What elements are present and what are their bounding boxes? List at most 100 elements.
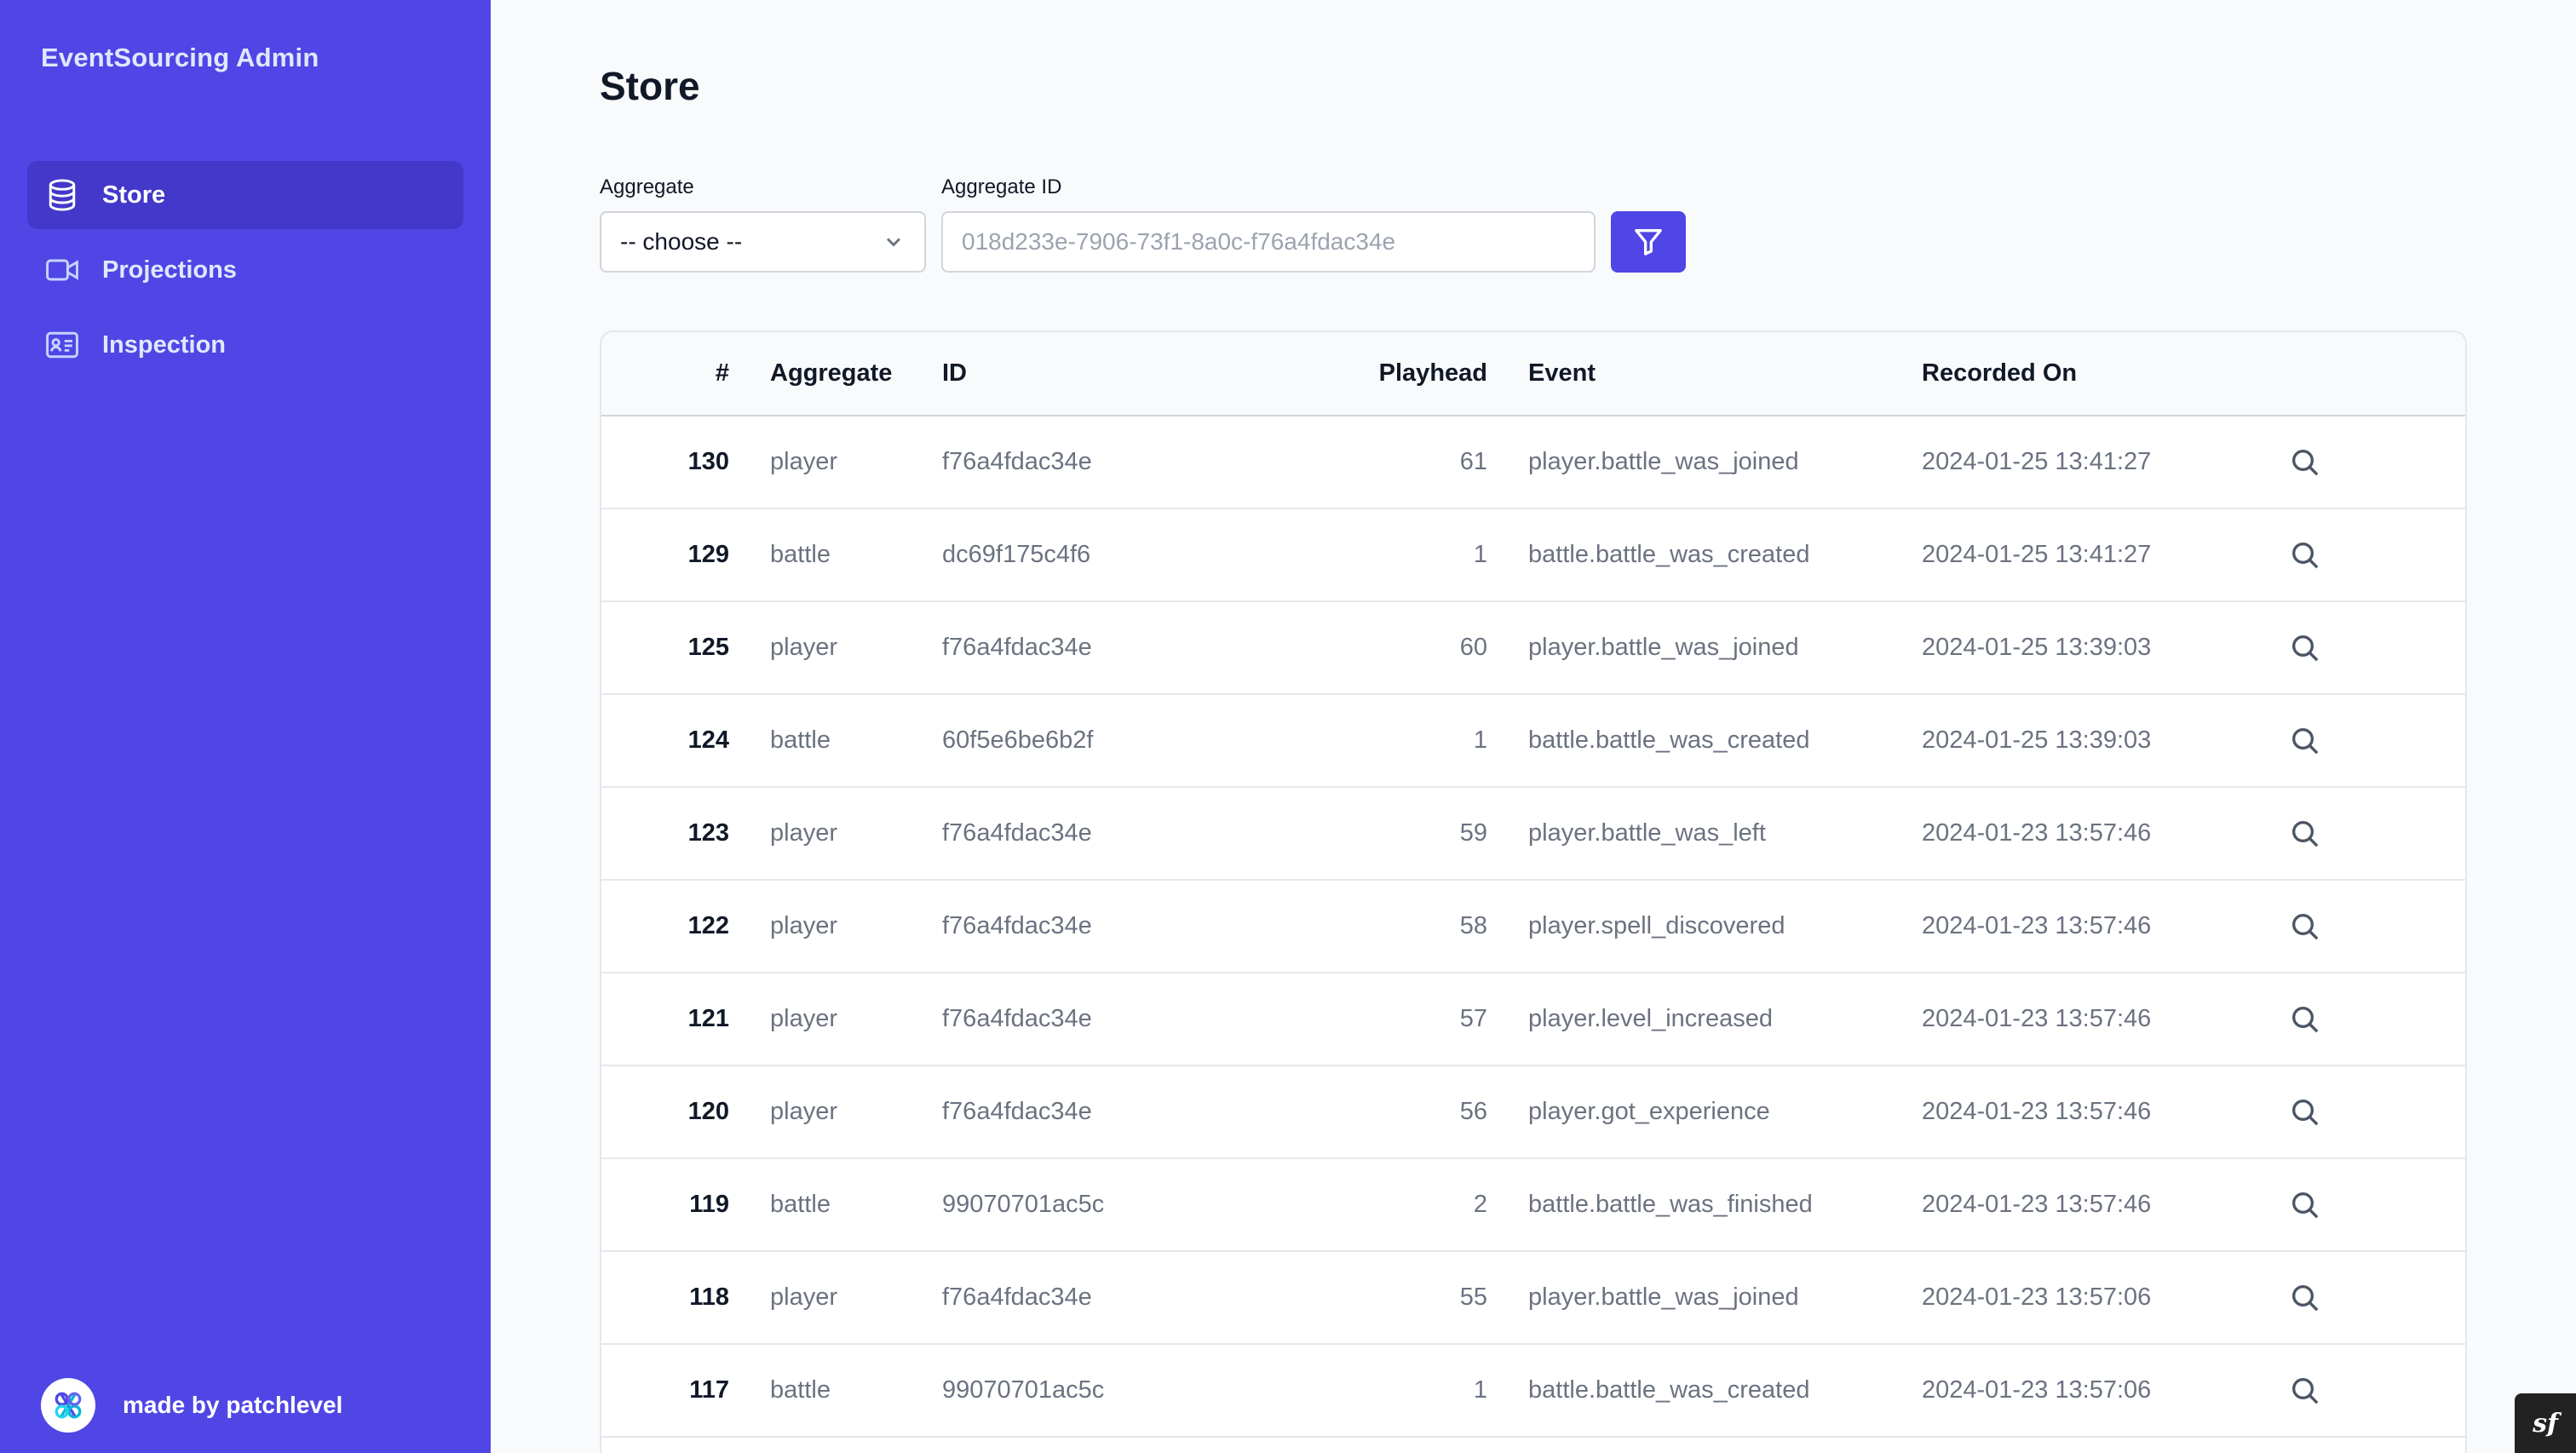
inspect-button[interactable]	[2288, 416, 2465, 508]
table-row: 121 player f76a4fdac34e 57 player.level_…	[601, 973, 2465, 1065]
sidebar-item-inspection[interactable]: Inspection	[27, 311, 463, 379]
cell-id: f76a4fdac34e	[942, 1005, 1092, 1032]
cell-playhead: 61	[1459, 448, 1487, 475]
cell-number: 120	[687, 1098, 729, 1125]
aggregate-label: Aggregate	[600, 175, 694, 198]
inspect-button[interactable]	[2288, 1251, 2465, 1344]
aggregate-id-field: Aggregate ID	[941, 175, 1596, 273]
id-card-icon	[43, 325, 82, 365]
main-content: Store Aggregate -- choose -- Aggregate I…	[491, 0, 2576, 1453]
cell-playhead: 60	[1459, 634, 1487, 661]
column-header-aggregate: Aggregate	[770, 359, 893, 387]
cell-number: 129	[687, 541, 729, 568]
cell-recorded-on: 2024-01-23 13:57:46	[1922, 1005, 2152, 1032]
database-icon	[43, 175, 82, 215]
video-camera-icon	[43, 250, 82, 290]
inspect-button[interactable]	[2288, 601, 2465, 694]
search-icon	[2292, 1099, 2319, 1125]
cell-aggregate: player	[770, 1284, 837, 1311]
cell-playhead: 57	[1459, 1005, 1487, 1032]
search-icon	[2292, 542, 2319, 568]
inspect-button[interactable]	[2288, 694, 2465, 787]
symfony-toolbar-toggle[interactable]: sf	[2515, 1393, 2576, 1453]
search-icon	[2292, 820, 2319, 847]
cell-id: f76a4fdac34e	[942, 912, 1092, 939]
table-row: 124 battle 60f5e6be6b2f 1 battle.battle_…	[601, 694, 2465, 787]
cell-aggregate: player	[770, 1005, 837, 1032]
search-icon	[2292, 635, 2319, 661]
table-row: 125 player f76a4fdac34e 60 player.battle…	[601, 601, 2465, 694]
cell-id: dc69f175c4f6	[942, 541, 1091, 568]
cell-event: player.battle_was_joined	[1528, 1284, 1799, 1311]
cell-recorded-on: 2024-01-23 13:57:46	[1922, 1098, 2152, 1125]
cell-event: battle.battle_was_created	[1528, 541, 1810, 568]
sidebar-item-store[interactable]: Store	[27, 161, 463, 229]
filter-button[interactable]	[1611, 211, 1686, 273]
table-row: 119 battle 99070701ac5c 2 battle.battle_…	[601, 1158, 2465, 1251]
search-icon	[2292, 1284, 2319, 1311]
column-header-id: ID	[942, 359, 967, 387]
cell-event: player.battle_was_joined	[1528, 634, 1799, 661]
aggregate-id-input[interactable]	[941, 211, 1596, 273]
cell-id: f76a4fdac34e	[942, 448, 1092, 475]
cell-number: 121	[687, 1005, 729, 1032]
cell-aggregate: player	[770, 819, 837, 847]
cell-event: player.level_increased	[1528, 1005, 1773, 1032]
aggregate-select-value: -- choose --	[620, 228, 743, 255]
aggregate-id-label: Aggregate ID	[941, 175, 1062, 198]
search-icon	[2292, 449, 2319, 475]
sidebar-item-label: Store	[102, 181, 166, 209]
credit-link[interactable]: made by patchlevel	[41, 1378, 342, 1433]
sidebar: EventSourcing Admin Store Projections In…	[0, 0, 491, 1453]
inspect-button[interactable]	[2288, 973, 2465, 1065]
filter-bar: Aggregate -- choose -- Aggregate ID	[600, 175, 1686, 273]
table-row: 118 player f76a4fdac34e 55 player.battle…	[601, 1251, 2465, 1344]
credit-text: made by patchlevel	[123, 1392, 343, 1418]
cell-id: f76a4fdac34e	[942, 634, 1092, 661]
cell-aggregate: player	[770, 448, 837, 475]
table-row: 129 battle dc69f175c4f6 1 battle.battle_…	[601, 508, 2465, 601]
cell-playhead: 59	[1459, 819, 1487, 847]
table-row: 120 player f76a4fdac34e 56 player.got_ex…	[601, 1065, 2465, 1158]
inspect-button[interactable]	[2288, 787, 2465, 880]
chevron-down-icon	[886, 238, 901, 247]
cell-event: battle.battle_was_created	[1528, 726, 1810, 754]
cell-number: 122	[687, 912, 729, 939]
cell-playhead: 1	[1473, 726, 1487, 754]
cell-playhead: 1	[1473, 1376, 1487, 1404]
cell-id: 99070701ac5c	[942, 1376, 1105, 1404]
inspect-button[interactable]	[2288, 880, 2465, 973]
cell-aggregate: battle	[770, 726, 831, 754]
column-header-event: Event	[1528, 359, 1596, 387]
cell-id: f76a4fdac34e	[942, 819, 1092, 847]
search-icon	[2292, 1192, 2319, 1218]
table-row: 130 player f76a4fdac34e 61 player.battle…	[601, 416, 2465, 508]
cell-number: 119	[689, 1191, 729, 1218]
cell-aggregate: player	[770, 634, 837, 661]
column-header-recorded-on: Recorded On	[1922, 359, 2078, 387]
cell-playhead: 56	[1459, 1098, 1487, 1125]
inspect-button[interactable]	[2288, 1065, 2465, 1158]
inspect-button[interactable]	[2288, 1158, 2465, 1251]
cell-number: 123	[687, 819, 729, 847]
inspect-button[interactable]	[2288, 508, 2465, 601]
table-row: 123 player f76a4fdac34e 59 player.battle…	[601, 787, 2465, 880]
cell-playhead: 1	[1473, 541, 1487, 568]
cell-recorded-on: 2024-01-23 13:57:46	[1922, 1191, 2152, 1218]
app-brand[interactable]: EventSourcing Admin	[41, 43, 319, 73]
inspect-button[interactable]	[2288, 1344, 2465, 1437]
sidebar-item-label: Inspection	[102, 330, 227, 359]
cell-number: 118	[689, 1284, 729, 1311]
cell-event: battle.battle_was_finished	[1528, 1191, 1813, 1218]
cell-playhead: 58	[1459, 912, 1487, 939]
table-row: 117 battle 99070701ac5c 1 battle.battle_…	[601, 1344, 2465, 1437]
cell-recorded-on: 2024-01-25 13:39:03	[1922, 634, 2152, 661]
aggregate-select[interactable]: -- choose --	[600, 211, 926, 273]
sidebar-item-label: Projections	[102, 256, 237, 284]
aggregate-field: Aggregate -- choose --	[600, 175, 926, 273]
cell-event: player.battle_was_joined	[1528, 448, 1799, 475]
cell-event: battle.battle_was_created	[1528, 1376, 1810, 1404]
cell-event: player.spell_discovered	[1528, 912, 1785, 939]
sidebar-item-projections[interactable]: Projections	[27, 236, 463, 304]
cell-id: f76a4fdac34e	[942, 1098, 1092, 1125]
